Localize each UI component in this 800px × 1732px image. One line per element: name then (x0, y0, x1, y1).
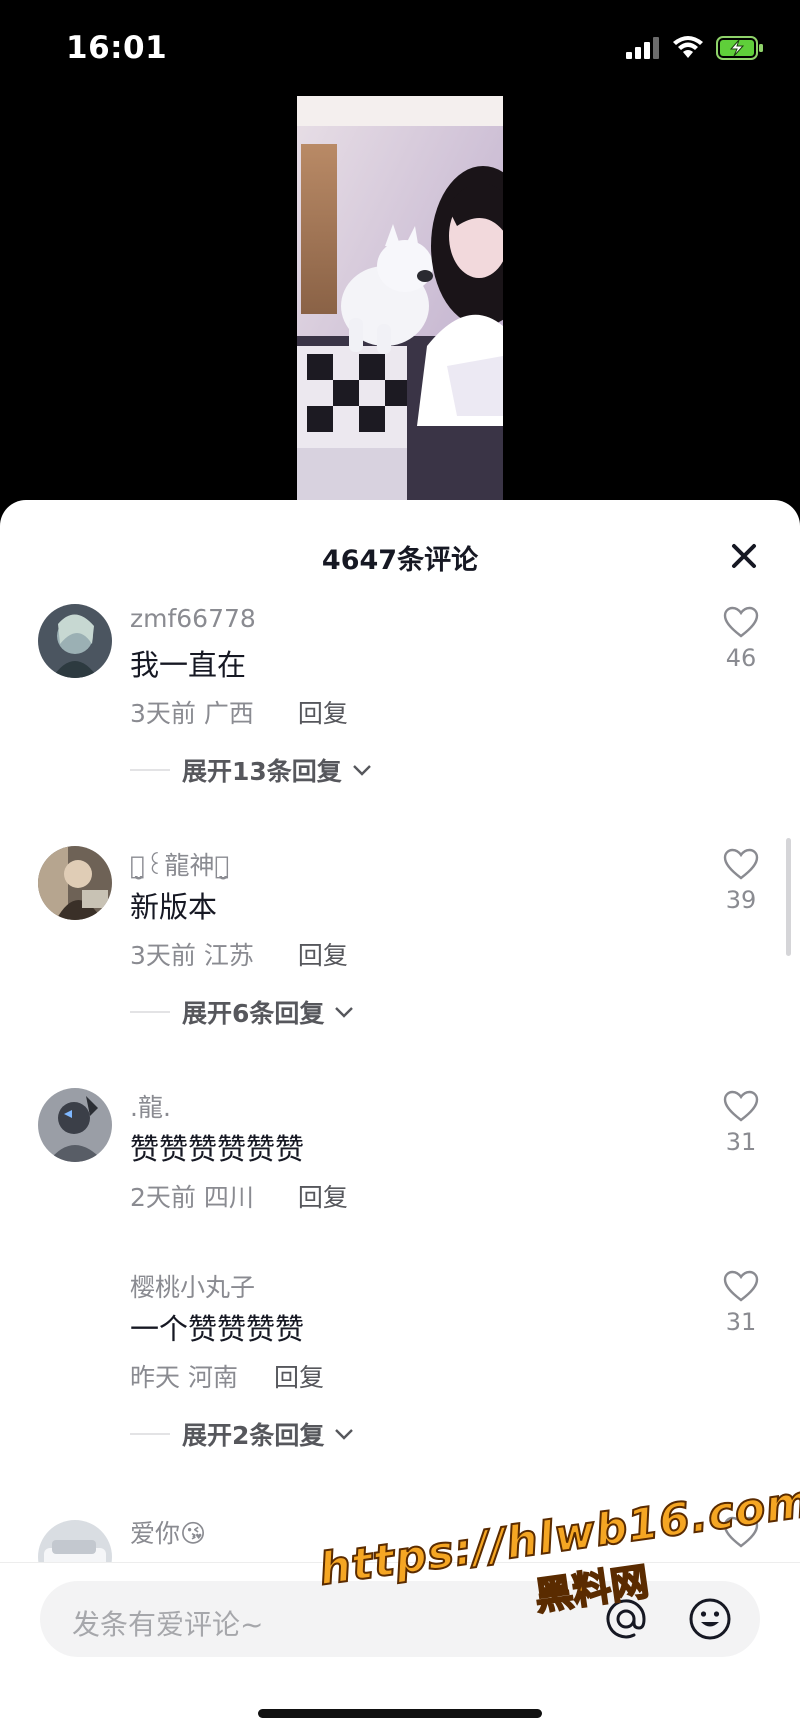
mention-button[interactable] (604, 1597, 648, 1645)
comment-meta: 昨天 河南 回复 (130, 1358, 324, 1394)
close-button[interactable] (728, 540, 760, 572)
like-button[interactable]: 31 (718, 1090, 764, 1156)
status-bar: 16:01 (0, 0, 800, 100)
comment-time: 3天前 (130, 699, 196, 728)
divider-line (130, 769, 170, 771)
like-button[interactable]: 31 (718, 1270, 764, 1336)
battery-charging-icon (716, 36, 764, 64)
comment-location: 江苏 (203, 941, 254, 970)
comment-username[interactable]: zmf66778 (130, 604, 256, 633)
expand-replies-button[interactable]: 展开6条回复 (130, 994, 354, 1030)
comment-location: 四川 (203, 1183, 254, 1212)
chevron-down-icon (335, 1007, 354, 1018)
comment-text: 我一直在 (130, 648, 247, 682)
comment-meta: 3天前 江苏 回复 (130, 936, 348, 972)
expand-replies-label: 展开13条回复 (182, 757, 342, 786)
heart-icon (723, 1090, 759, 1122)
reply-button[interactable]: 回复 (298, 699, 348, 728)
close-icon (732, 544, 756, 568)
comment-location: 河南 (187, 1363, 238, 1392)
comment-username[interactable]: ꪔ̤̮꒰龍神ꪔ̤̮ (130, 846, 230, 882)
chevron-down-icon (352, 765, 371, 776)
status-time: 16:01 (66, 30, 168, 66)
reply-button[interactable]: 回复 (298, 941, 348, 970)
comment-input[interactable]: 发条有爱评论~ (40, 1581, 760, 1657)
wifi-icon (672, 36, 704, 64)
comment-text: 新版本 (130, 890, 218, 924)
comment-text: 赞赞赞赞赞赞 (130, 1132, 305, 1166)
emoji-icon (689, 1598, 731, 1640)
comment-text: 一个赞赞赞赞 (130, 1312, 305, 1346)
at-icon (606, 1599, 646, 1639)
comment-time: 3天前 (130, 941, 196, 970)
like-button[interactable]: 46 (718, 606, 764, 672)
comment-username[interactable]: 樱桃小丸子 (130, 1268, 255, 1304)
divider-line (130, 1011, 170, 1013)
comment-username[interactable]: 爱你😘 (130, 1514, 206, 1550)
avatar[interactable] (38, 846, 112, 920)
avatar[interactable] (38, 604, 112, 678)
expand-replies-button[interactable]: 展开13条回复 (130, 752, 372, 788)
emoji-button[interactable] (688, 1597, 732, 1645)
heart-icon (723, 1516, 759, 1548)
comment-sheet: 4647条评论 zmf66778 我一直在 3天前 广西 回复 46 展开13条… (0, 500, 800, 1732)
comment-username[interactable]: .龍. (130, 1088, 171, 1124)
video-thumbnail[interactable] (297, 96, 503, 516)
comment-input-bar: 发条有爱评论~ (0, 1562, 800, 1732)
status-icons (626, 36, 764, 64)
comment-location: 广西 (203, 699, 254, 728)
like-count: 46 (725, 644, 757, 672)
expand-replies-label: 展开6条回复 (182, 999, 325, 1028)
like-button[interactable] (718, 1516, 764, 1548)
like-button[interactable]: 39 (718, 848, 764, 914)
heart-icon (723, 848, 759, 880)
comment-input-placeholder: 发条有爱评论~ (72, 1608, 264, 1641)
reply-button[interactable]: 回复 (274, 1363, 324, 1392)
comment-meta: 2天前 四川 回复 (130, 1178, 348, 1214)
comment-time: 2天前 (130, 1183, 196, 1212)
heart-icon (723, 606, 759, 638)
chevron-down-icon (335, 1429, 354, 1440)
reply-button[interactable]: 回复 (298, 1183, 348, 1212)
divider-line (130, 1433, 170, 1435)
expand-replies-button[interactable]: 展开2条回复 (130, 1416, 354, 1452)
scrollbar[interactable] (786, 838, 791, 956)
comment-count-title: 4647条评论 (321, 545, 479, 576)
like-count: 31 (725, 1128, 757, 1156)
expand-replies-label: 展开2条回复 (182, 1421, 325, 1450)
comment-meta: 3天前 广西 回复 (130, 694, 348, 730)
heart-icon (723, 1270, 759, 1302)
cellular-signal-icon (626, 37, 660, 63)
like-count: 31 (725, 1308, 757, 1336)
like-count: 39 (725, 886, 757, 914)
avatar[interactable] (38, 1088, 112, 1162)
home-indicator (258, 1709, 542, 1718)
comment-time: 昨天 (130, 1363, 181, 1392)
